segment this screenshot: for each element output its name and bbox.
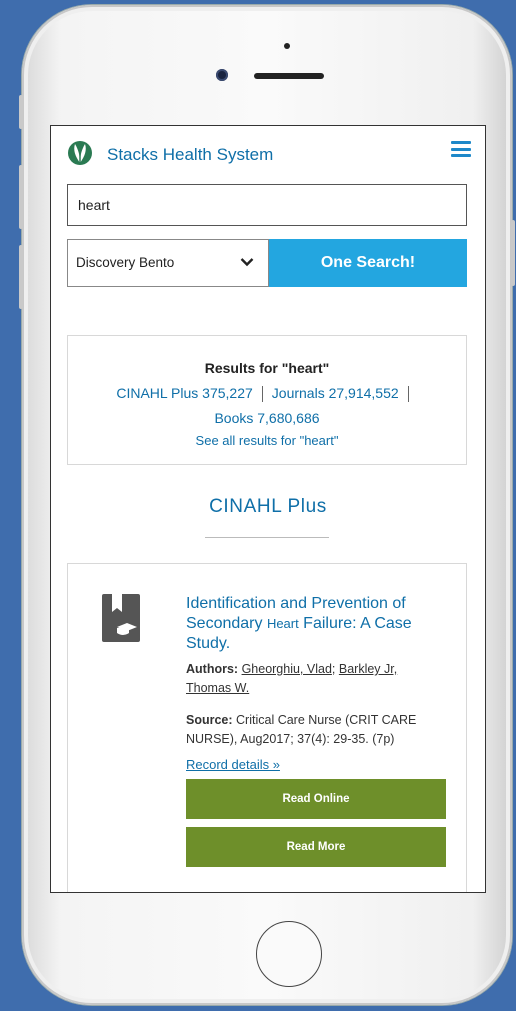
- see-all-results-link[interactable]: See all results for "heart": [68, 433, 466, 448]
- record-title-link[interactable]: Identification and Prevention of Seconda…: [186, 594, 436, 654]
- record-source: Source: Critical Care Nurse (CRIT CARE N…: [186, 711, 448, 749]
- read-online-button[interactable]: Read Online: [186, 779, 446, 819]
- author-link[interactable]: Gheorghiu, Vlad: [242, 662, 332, 676]
- section-divider: [205, 537, 329, 538]
- academic-book-icon: [102, 594, 140, 642]
- site-name[interactable]: Stacks Health System: [107, 145, 273, 165]
- volume-down-button: [19, 245, 23, 309]
- record-authors: Authors: Gheorghiu, Vlad; Barkley Jr, Th…: [186, 660, 436, 698]
- mute-switch: [19, 95, 23, 129]
- leaf-logo-icon[interactable]: [67, 140, 93, 166]
- author-separator: ;: [331, 662, 336, 676]
- search-button[interactable]: One Search!: [269, 239, 467, 287]
- home-button[interactable]: [256, 921, 322, 987]
- chevron-down-icon: [240, 258, 254, 267]
- results-summary: Results for "heart" CINAHL Plus 375,227 J…: [67, 335, 467, 465]
- results-sources-row: CINAHL Plus 375,227 Journals 27,914,552: [68, 385, 466, 403]
- proximity-sensor: [284, 43, 290, 49]
- divider: [407, 386, 409, 403]
- read-more-button[interactable]: Read More: [186, 827, 446, 867]
- source-link-journals[interactable]: Journals 27,914,552: [272, 385, 399, 401]
- source-label: Source:: [186, 713, 233, 727]
- source-link-cinahl[interactable]: CINAHL Plus 375,227: [116, 385, 252, 401]
- search-input[interactable]: heart: [67, 184, 467, 226]
- site-header: Stacks Health System: [67, 140, 471, 170]
- source-link-books[interactable]: Books 7,680,686: [68, 410, 466, 426]
- authors-label: Authors:: [186, 662, 239, 676]
- result-record: Identification and Prevention of Seconda…: [67, 563, 467, 892]
- search-scope-select[interactable]: Discovery Bento: [67, 239, 269, 287]
- section-title: CINAHL Plus: [209, 496, 327, 517]
- search-scope-value: Discovery Bento: [76, 255, 175, 270]
- power-button: [511, 220, 515, 286]
- hamburger-menu-icon[interactable]: [451, 141, 471, 157]
- record-details-link[interactable]: Record details »: [186, 757, 280, 772]
- volume-up-button: [19, 165, 23, 229]
- phone-screen: Stacks Health System heart Discovery Ben…: [50, 125, 486, 893]
- record-title-highlight: Heart: [266, 616, 299, 631]
- results-title: Results for "heart": [204, 360, 330, 376]
- front-camera-icon: [216, 69, 228, 81]
- earpiece-speaker: [254, 73, 324, 79]
- divider: [261, 386, 263, 403]
